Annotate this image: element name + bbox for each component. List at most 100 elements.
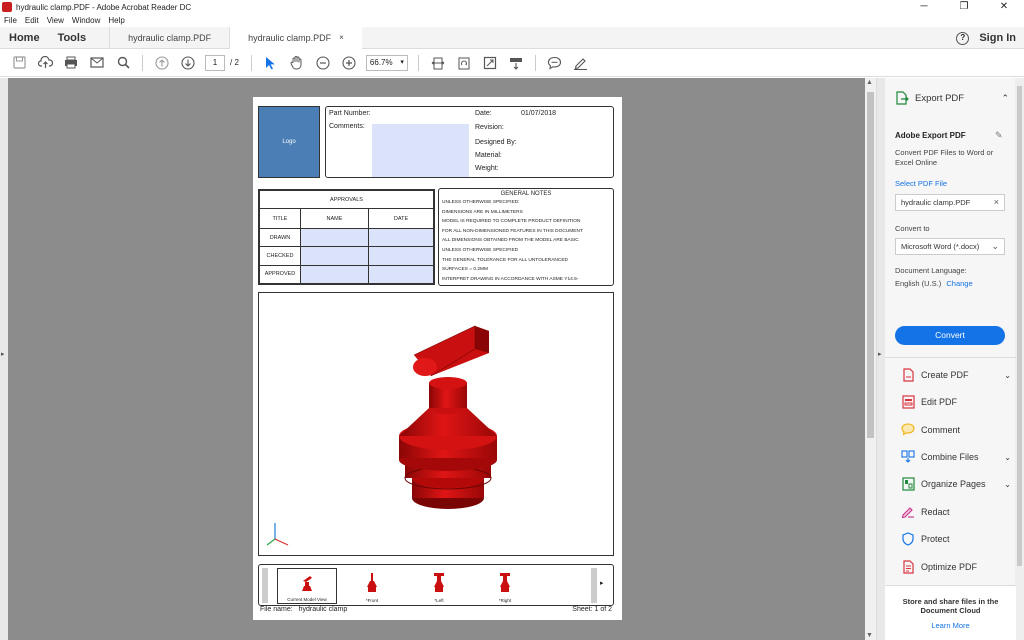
scroll-mode-icon[interactable] (507, 54, 525, 72)
tool-redact[interactable]: Redact (901, 503, 1011, 521)
learn-more-link[interactable]: Learn More (885, 621, 1016, 630)
zoom-out-icon[interactable] (314, 54, 332, 72)
view-right[interactable]: *Right (475, 568, 535, 604)
document-language-label: Document Language: (895, 266, 967, 275)
left-panel-toggle[interactable]: ▸ (0, 78, 8, 640)
pdf-page: Logo Part Number: Comments: Date: 01/07/… (253, 97, 622, 620)
chevron-up-icon[interactable]: ⌃ (1001, 93, 1009, 104)
material-label: Material: (475, 152, 502, 159)
view-current-model[interactable]: Current Model View (277, 568, 337, 604)
menu-view[interactable]: View (47, 16, 64, 25)
approval-date-field[interactable] (368, 264, 434, 285)
scrollbar-thumb[interactable] (867, 92, 874, 438)
approval-name-field[interactable] (300, 227, 369, 248)
export-pdf-description: Convert PDF Files to Word or Excel Onlin… (895, 148, 994, 167)
tools-pane-scroll-thumb[interactable] (1017, 86, 1022, 566)
tool-optimize-pdf[interactable]: Optimize PDF (901, 558, 1011, 576)
date-value: 01/07/2018 (521, 110, 557, 117)
export-pdf-title: Adobe Export PDF (895, 131, 966, 140)
view-front[interactable]: *Front (342, 568, 402, 604)
menu-window[interactable]: Window (72, 16, 100, 25)
select-pdf-file-link[interactable]: Select PDF File (895, 179, 947, 188)
hydraulic-clamp-model (266, 325, 497, 546)
sign-in-button[interactable]: Sign In (979, 32, 1016, 44)
restore-button[interactable]: ❐ (944, 0, 984, 14)
fit-width-icon[interactable] (429, 54, 447, 72)
page-down-icon[interactable] (179, 54, 197, 72)
tool-protect[interactable]: Protect (901, 530, 1011, 548)
comments-label: Comments: (329, 123, 365, 130)
print-icon[interactable] (62, 54, 80, 72)
menu-file[interactable]: File (4, 16, 17, 25)
optimize-pdf-icon (901, 560, 915, 574)
clear-file-icon[interactable]: × (994, 195, 999, 210)
tab-document-1[interactable]: hydraulic clamp.PDF (109, 26, 229, 49)
tool-label: Edit PDF (921, 397, 958, 407)
view-label: Current Model View (287, 597, 327, 602)
views-scroll-left[interactable] (262, 568, 268, 603)
full-screen-icon[interactable] (481, 54, 499, 72)
tab-document-2[interactable]: hydraulic clamp.PDF × (229, 26, 362, 49)
create-pdf-icon (901, 368, 915, 382)
menu-help[interactable]: Help (108, 16, 124, 25)
close-window-button[interactable]: ✕ (984, 0, 1024, 14)
tool-create-pdf[interactable]: Create PDF ⌄ (901, 366, 1011, 384)
scroll-down-icon[interactable]: ▼ (866, 632, 873, 639)
convert-to-value: Microsoft Word (*.docx) (901, 242, 980, 251)
expand-left-icon[interactable]: ▸ (1, 350, 5, 358)
zoom-level-select[interactable]: 66.7% (365, 54, 408, 71)
convert-to-select[interactable]: Microsoft Word (*.docx) ⌄ (895, 238, 1005, 255)
chevron-down-icon[interactable]: ⌄ (1004, 480, 1011, 489)
scroll-up-icon[interactable]: ▲ (866, 79, 873, 86)
upload-icon[interactable] (36, 54, 54, 72)
save-icon[interactable] (10, 54, 28, 72)
views-next-icon[interactable]: ▸ (600, 579, 604, 587)
tools-pane-scrollbar[interactable] (1015, 78, 1024, 640)
3d-model-viewport[interactable] (258, 292, 614, 556)
paperclip-icon[interactable]: ✎ (995, 130, 1003, 141)
selected-file-field[interactable]: hydraulic clamp.PDF × (895, 194, 1005, 211)
tab-tools[interactable]: Tools (49, 32, 96, 44)
sign-icon[interactable] (572, 54, 590, 72)
rotate-icon[interactable] (455, 54, 473, 72)
document-scrollbar[interactable]: ▲ ▼ (865, 78, 876, 640)
export-pdf-header[interactable]: Export PDF ⌃ (895, 91, 1009, 105)
tool-edit-pdf[interactable]: Edit PDF (901, 393, 1011, 411)
change-language-link[interactable]: Change (946, 279, 972, 288)
approval-name-field[interactable] (300, 264, 369, 285)
help-icon[interactable]: ? (956, 31, 970, 45)
menu-edit[interactable]: Edit (25, 16, 39, 25)
close-tab-icon[interactable]: × (339, 33, 344, 42)
page-up-icon[interactable] (153, 54, 171, 72)
convert-button[interactable]: Convert (895, 326, 1005, 345)
tab-home[interactable]: Home (0, 32, 49, 44)
tool-label: Combine Files (921, 452, 979, 462)
approval-date-field[interactable] (368, 246, 434, 266)
email-icon[interactable] (88, 54, 106, 72)
tab-bar: Home Tools hydraulic clamp.PDF hydraulic… (0, 26, 1024, 49)
zoom-in-icon[interactable] (340, 54, 358, 72)
chevron-down-icon[interactable]: ⌄ (1004, 453, 1011, 462)
page-number-input[interactable]: 1 (205, 54, 225, 71)
select-arrow-icon[interactable] (262, 54, 280, 72)
chevron-down-icon[interactable]: ⌄ (1004, 371, 1011, 380)
views-scroll-right[interactable] (591, 568, 597, 603)
approval-name-field[interactable] (300, 246, 369, 266)
collapse-pane-icon[interactable]: ▸ (878, 350, 882, 358)
view-left[interactable]: *Left (409, 568, 469, 604)
comment-icon[interactable] (546, 54, 564, 72)
hand-icon[interactable] (288, 54, 306, 72)
comment-bubble-icon (901, 423, 915, 437)
protect-shield-icon (901, 532, 915, 546)
search-icon[interactable] (114, 54, 132, 72)
tool-label: Organize Pages (921, 479, 986, 489)
tool-combine-files[interactable]: Combine Files ⌄ (901, 448, 1011, 466)
comments-field[interactable] (372, 124, 469, 177)
tool-comment[interactable]: Comment (901, 421, 1011, 439)
tool-organize-pages[interactable]: Organize Pages ⌄ (901, 475, 1011, 493)
approvals-header-date: DATE (368, 208, 434, 229)
approval-date-field[interactable] (368, 227, 434, 248)
minimize-button[interactable]: ─ (904, 0, 944, 14)
collapse-tools-pane[interactable]: ▸ (877, 78, 885, 640)
store-share-text: Store and share files in the Document Cl… (902, 597, 999, 615)
